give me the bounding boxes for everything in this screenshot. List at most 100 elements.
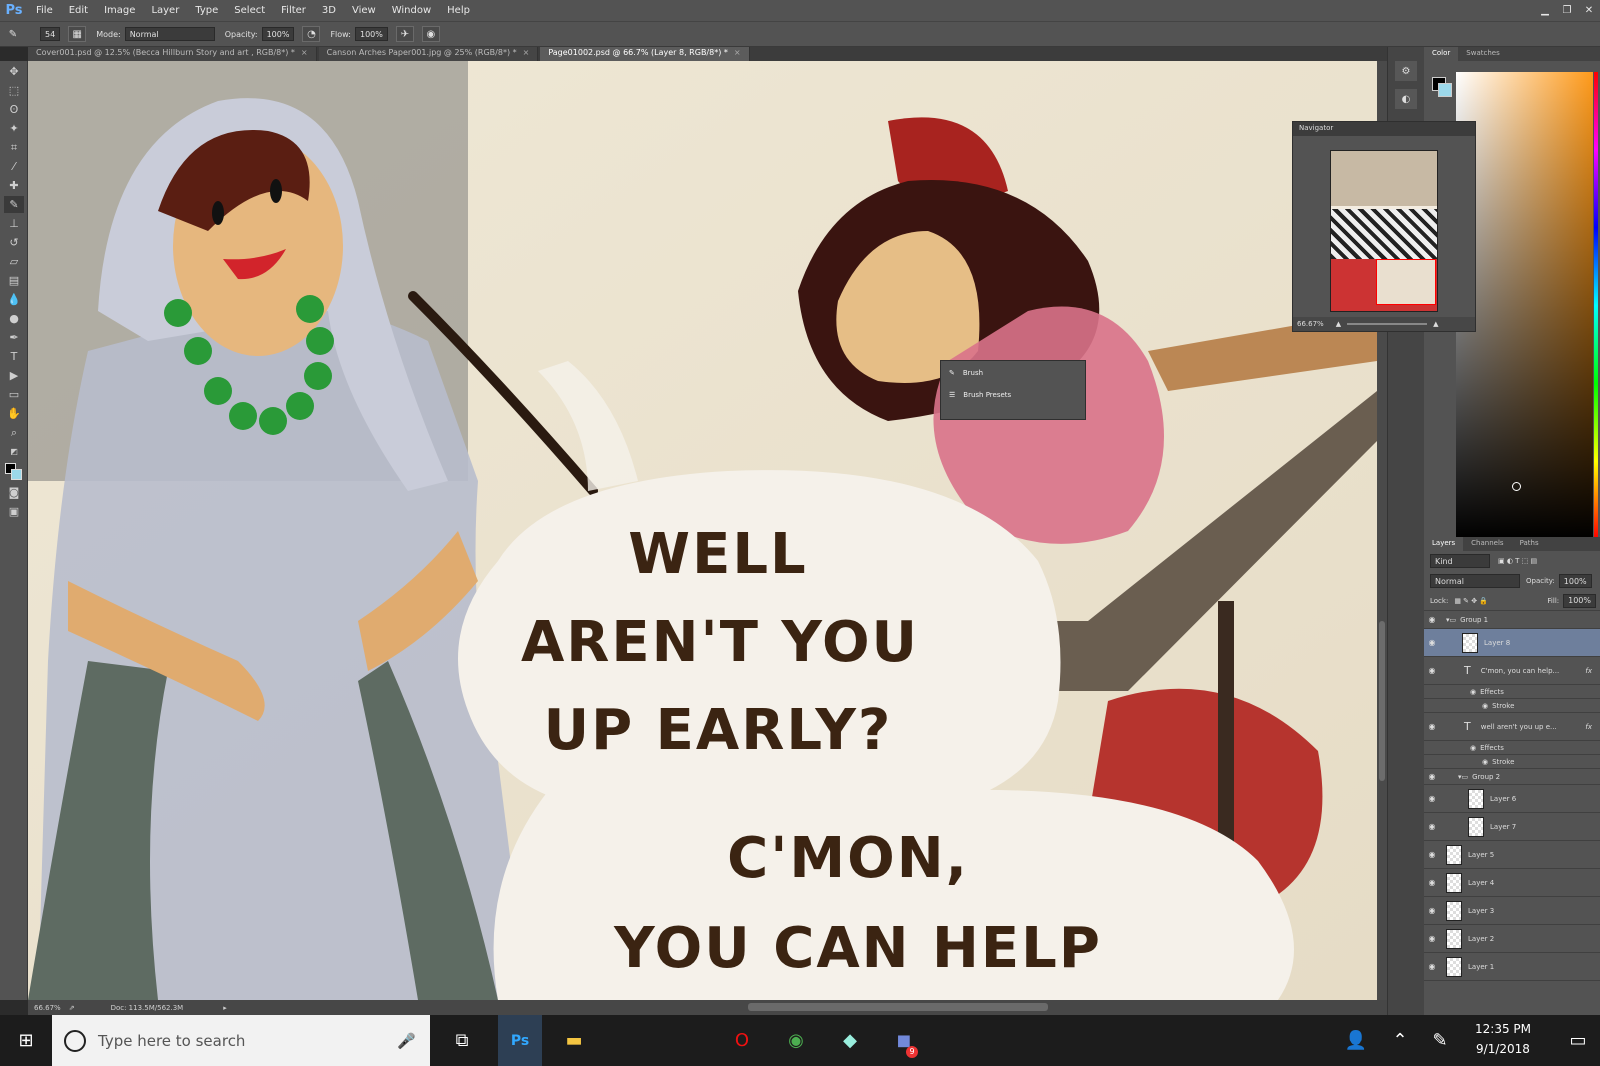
close-tab-icon[interactable]: × [523, 48, 530, 57]
visibility-eye-icon[interactable]: ◉ [1424, 962, 1440, 971]
effects-eye-icon[interactable]: ◉ [1470, 688, 1476, 696]
windows-start-icon[interactable]: ⊞ [4, 1015, 48, 1066]
brush-tool-icon[interactable]: ✎ [4, 26, 22, 42]
visibility-eye-icon[interactable]: ◉ [1424, 934, 1440, 943]
export-icon[interactable]: ⇗ [69, 1004, 75, 1012]
search-box[interactable]: Type here to search 🎤 [52, 1015, 430, 1066]
brush-tool-icon[interactable]: ✎ [4, 196, 24, 213]
tab-page01002[interactable]: Page01002.psd @ 66.7% (Layer 8, RGB/8*) … [540, 47, 750, 61]
layer-row-text-well[interactable]: ◉ T well aren't you up e... fx [1424, 713, 1600, 741]
opacity-input[interactable]: 100% [261, 27, 295, 41]
layer-row-layer4[interactable]: ◉ Layer 4 [1424, 869, 1600, 897]
brush-size-picker[interactable]: 54 [40, 27, 61, 41]
menu-image[interactable]: Image [96, 5, 143, 16]
path-selection-tool-icon[interactable]: ▶ [4, 367, 24, 384]
layer-row-layer6[interactable]: ◉ Layer 6 [1424, 785, 1600, 813]
layer-kind-filter[interactable]: Kind [1430, 554, 1490, 568]
app-icon[interactable]: ◆ [828, 1015, 872, 1066]
tab-channels[interactable]: Channels [1463, 537, 1511, 551]
menu-3d[interactable]: 3D [314, 5, 344, 16]
menu-select[interactable]: Select [226, 5, 273, 16]
tab-color[interactable]: Color [1424, 47, 1459, 61]
brush-panel-toggle-icon[interactable]: ▦ [68, 26, 87, 42]
close-icon[interactable]: ✕ [1578, 5, 1600, 16]
taskbar-clock[interactable]: 12:35 PM 9/1/2018 [1455, 1019, 1551, 1059]
menu-window[interactable]: Window [384, 5, 439, 16]
background-color-swatch[interactable] [1438, 83, 1452, 97]
lock-icons[interactable]: ▦ ✎ ✥ 🔒 [1454, 597, 1488, 605]
stroke-row[interactable]: ◉ Stroke [1424, 699, 1600, 713]
navigator-thumbnail[interactable] [1330, 150, 1438, 312]
layer-row-layer7[interactable]: ◉ Layer 7 [1424, 813, 1600, 841]
visibility-eye-icon[interactable]: ◉ [1424, 666, 1440, 675]
color-swatches-icon[interactable] [4, 462, 24, 482]
marquee-tool-icon[interactable]: ⬚ [4, 82, 24, 99]
fx-icon[interactable]: fx [1585, 723, 1592, 731]
airbrush-icon[interactable]: ✈ [395, 26, 414, 42]
menu-file[interactable]: File [28, 5, 61, 16]
restore-icon[interactable]: ❐ [1556, 5, 1578, 16]
visibility-eye-icon[interactable]: ◉ [1424, 850, 1440, 859]
default-colors-icon[interactable]: ◩ [4, 443, 24, 460]
move-tool-icon[interactable]: ✥ [4, 63, 24, 80]
visibility-eye-icon[interactable]: ◉ [1424, 794, 1440, 803]
color-field[interactable] [1456, 72, 1593, 539]
stroke-eye-icon[interactable]: ◉ [1482, 702, 1488, 710]
magic-wand-tool-icon[interactable]: ✦ [4, 120, 24, 137]
adjustments-panel-icon[interactable]: ◐ [1395, 89, 1417, 109]
quick-mask-icon[interactable]: ◙ [4, 484, 24, 501]
flow-input[interactable]: 100% [354, 27, 388, 41]
visibility-eye-icon[interactable]: ◉ [1424, 878, 1440, 887]
menu-help[interactable]: Help [439, 5, 478, 16]
microphone-icon[interactable]: 🎤 [397, 1032, 416, 1050]
crop-tool-icon[interactable]: ⌗ [4, 139, 24, 156]
people-icon[interactable]: 👤 [1334, 1015, 1378, 1066]
action-center-icon[interactable]: ▭ [1556, 1015, 1600, 1066]
fx-icon[interactable]: fx [1585, 667, 1592, 675]
color-picker-cursor[interactable] [1512, 482, 1521, 491]
rectangle-tool-icon[interactable]: ▭ [4, 386, 24, 403]
blur-tool-icon[interactable]: 💧 [4, 291, 24, 308]
menu-type[interactable]: Type [187, 5, 226, 16]
menu-edit[interactable]: Edit [61, 5, 96, 16]
tray-chevron-icon[interactable]: ⌃ [1378, 1015, 1422, 1066]
document-canvas[interactable]: WELL AREN'T YOU UP EARLY? C'MON, YOU CAN… [28, 61, 1377, 1000]
tab-paths[interactable]: Paths [1512, 537, 1547, 551]
opera-icon[interactable]: O [720, 1015, 764, 1066]
lasso-tool-icon[interactable]: ʘ [4, 101, 24, 118]
zoom-tool-icon[interactable]: ⌕ [4, 424, 24, 441]
type-tool-icon[interactable]: T [4, 348, 24, 365]
tab-cover001[interactable]: Cover001.psd @ 12.5% (Becca Hillburn Sto… [28, 47, 317, 61]
blend-mode-select[interactable]: Normal [1430, 574, 1520, 588]
discord-icon[interactable]: ◼ 9 [882, 1015, 926, 1066]
visibility-eye-icon[interactable]: ◉ [1424, 615, 1440, 624]
menu-layer[interactable]: Layer [143, 5, 187, 16]
layer-row-text-cmon[interactable]: ◉ T C'mon, you can help... fx [1424, 657, 1600, 685]
mode-select[interactable]: Normal [124, 27, 215, 41]
history-brush-tool-icon[interactable]: ↺ [4, 234, 24, 251]
layer-row-layer1[interactable]: ◉ Layer 1 [1424, 953, 1600, 981]
layer-row-layer2[interactable]: ◉ Layer 2 [1424, 925, 1600, 953]
scroll-thumb[interactable] [1379, 621, 1385, 781]
hue-slider[interactable] [1594, 72, 1598, 539]
task-view-icon[interactable]: ⧉ [440, 1015, 484, 1066]
layer-row-group2[interactable]: ◉ ▾▭ Group 2 [1424, 769, 1600, 785]
horizontal-scrollbar[interactable] [748, 1003, 1048, 1011]
navigator-header[interactable]: Navigator [1293, 122, 1475, 136]
layer-row-group1[interactable]: ◉ ▾▭ Group 1 [1424, 611, 1600, 629]
zoom-level[interactable]: 66.67% [34, 1004, 61, 1012]
tab-swatches[interactable]: Swatches [1458, 47, 1507, 61]
layer-row-layer8[interactable]: ◉ Layer 8 [1424, 629, 1600, 657]
navigator-panel[interactable]: Navigator 66.67% ▲ ▲ [1292, 121, 1476, 332]
visibility-eye-icon[interactable]: ◉ [1424, 772, 1440, 781]
clone-stamp-tool-icon[interactable]: ⊥ [4, 215, 24, 232]
close-tab-icon[interactable]: × [301, 48, 308, 57]
navigator-view-box[interactable] [1376, 259, 1436, 305]
visibility-eye-icon[interactable]: ◉ [1424, 722, 1440, 731]
eyedropper-tool-icon[interactable]: ⁄ [4, 158, 24, 175]
zoom-in-icon[interactable]: ▲ [1433, 320, 1438, 328]
visibility-eye-icon[interactable]: ◉ [1424, 906, 1440, 915]
brush-item[interactable]: ✎ Brush [941, 363, 1085, 383]
brush-presets-item[interactable]: ☰ Brush Presets [941, 385, 1085, 405]
gradient-tool-icon[interactable]: ▤ [4, 272, 24, 289]
